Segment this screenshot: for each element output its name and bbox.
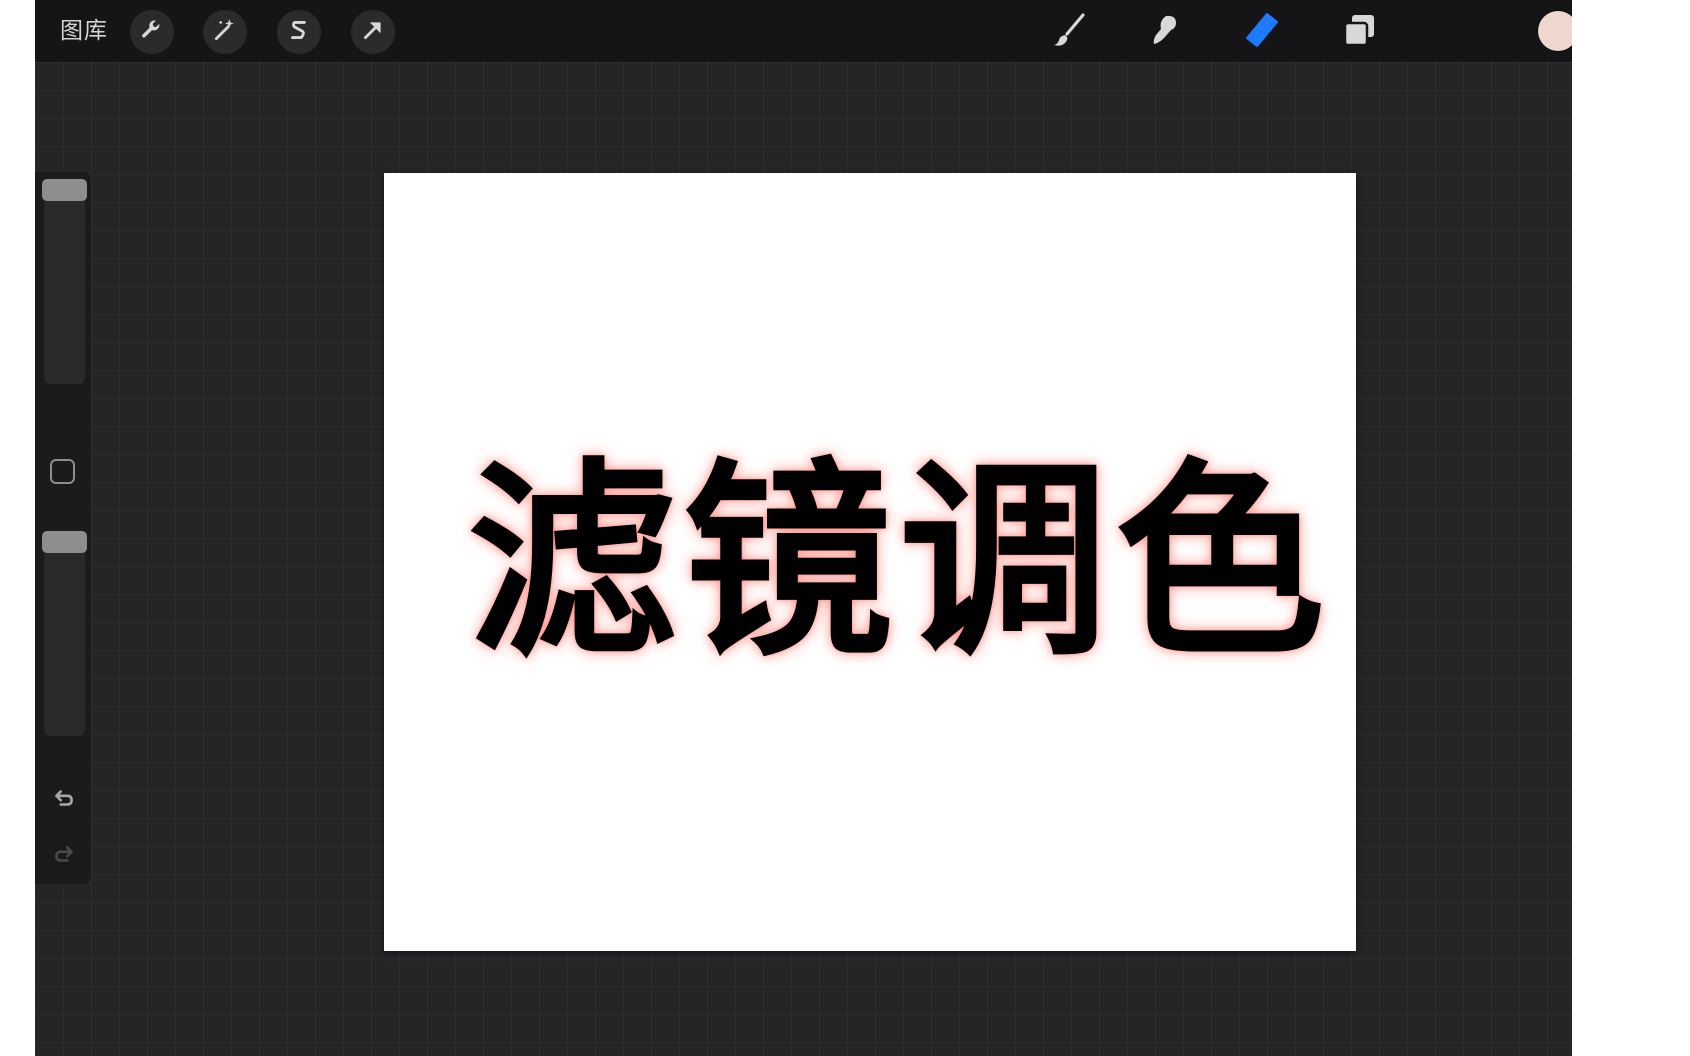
procreate-app: 图库 滤镜调色 — [35, 0, 1572, 1056]
canvas-title-text: 滤镜调色 — [466, 440, 1331, 685]
transform-button[interactable] — [351, 10, 395, 54]
selection-button[interactable] — [277, 10, 321, 54]
layers-button[interactable] — [1337, 10, 1381, 54]
layers-icon — [1339, 10, 1379, 54]
opacity-slider[interactable] — [44, 534, 85, 736]
undo-icon — [51, 785, 77, 815]
brush-size-slider[interactable] — [44, 182, 85, 384]
adjustments-button[interactable] — [203, 10, 247, 54]
left-sidebar — [35, 172, 91, 884]
brush-size-thumb[interactable] — [42, 179, 87, 201]
magic-wand-icon — [212, 17, 238, 47]
arrow-cursor-icon — [360, 17, 386, 47]
color-swatch-button[interactable] — [1538, 11, 1572, 51]
eraser-icon — [1241, 10, 1281, 54]
wrench-icon — [139, 17, 165, 47]
top-toolbar: 图库 — [35, 0, 1572, 62]
modify-button[interactable] — [50, 459, 75, 484]
actions-button[interactable] — [130, 10, 174, 54]
undo-button[interactable] — [49, 785, 79, 815]
redo-icon — [51, 841, 77, 871]
paint-brush-button[interactable] — [1047, 10, 1091, 54]
smudge-icon — [1144, 10, 1184, 54]
smudge-button[interactable] — [1142, 10, 1186, 54]
brush-icon — [1049, 10, 1089, 54]
drawing-canvas[interactable]: 滤镜调色 — [384, 173, 1356, 951]
redo-button[interactable] — [49, 841, 79, 871]
gallery-button[interactable]: 图库 — [60, 15, 108, 47]
eraser-button[interactable] — [1239, 10, 1283, 54]
opacity-thumb[interactable] — [42, 531, 87, 553]
selection-s-icon — [286, 17, 312, 47]
